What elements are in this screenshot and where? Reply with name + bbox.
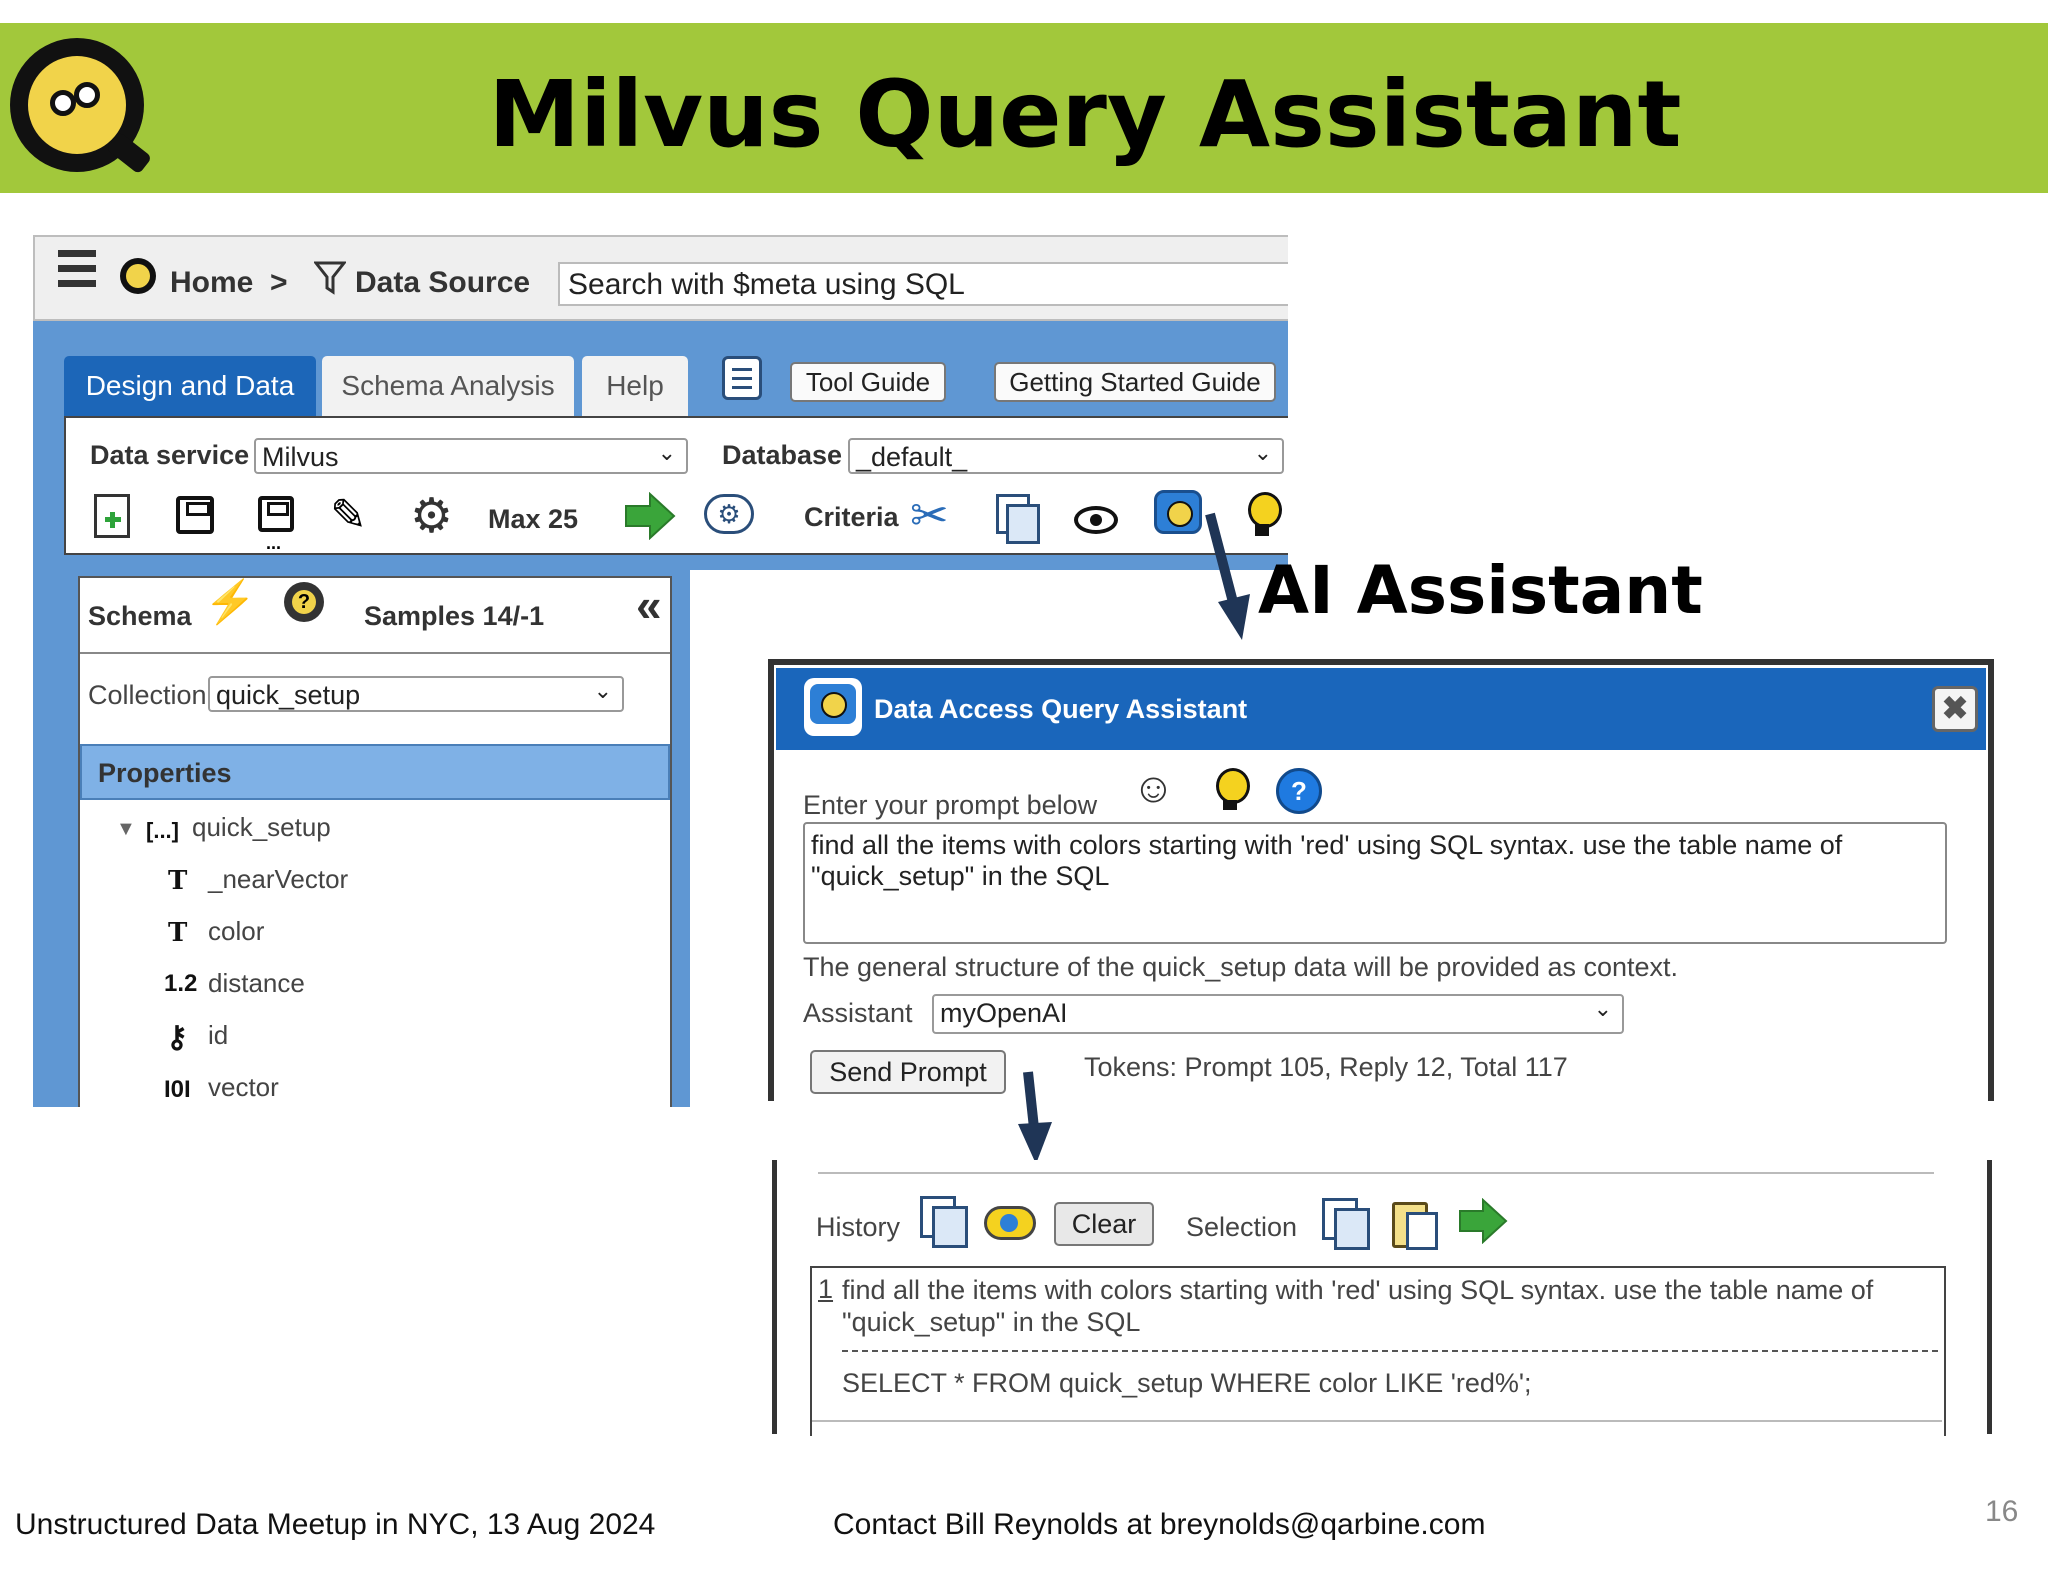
collapse-panel-icon[interactable]: «	[636, 578, 662, 632]
paste-icon[interactable]	[1392, 1198, 1438, 1250]
chevron-down-icon: ⌄	[657, 440, 676, 465]
array-icon: [...]	[146, 818, 179, 843]
panel-divider	[80, 652, 670, 654]
tree-field[interactable]: color	[208, 916, 264, 947]
key-icon: ⚷	[166, 1021, 188, 1054]
help-gear-icon[interactable]: ?	[284, 582, 324, 622]
help-icon[interactable]: ?	[1276, 768, 1322, 814]
save-as-icon[interactable]: ...	[258, 496, 294, 552]
footer-event: Unstructured Data Meetup in NYC, 13 Aug …	[15, 1508, 656, 1541]
number-type-icon: 1.2	[164, 970, 198, 997]
document-list-icon[interactable]	[722, 356, 762, 400]
footer-contact: Contact Bill Reynolds at breynolds@qarbi…	[833, 1508, 1486, 1541]
history-divider	[818, 1172, 1934, 1174]
tree-field[interactable]: _nearVector	[208, 864, 348, 895]
selection-label: Selection	[1186, 1212, 1298, 1242]
binary-type-icon: I0I	[164, 1076, 191, 1103]
clear-history-button[interactable]: Clear	[1054, 1202, 1154, 1246]
chevron-down-icon: ⌄	[1593, 996, 1612, 1021]
token-usage: Tokens: Prompt 105, Reply 12, Total 117	[1084, 1052, 1568, 1082]
assistant-select[interactable]: myOpenAI ⌄	[932, 994, 1624, 1034]
breadcrumb-separator: >	[270, 266, 288, 299]
ai-assistant-icon[interactable]	[1154, 490, 1202, 534]
scissors-icon[interactable]: ✂	[910, 488, 949, 542]
lightbulb-icon[interactable]	[1216, 768, 1250, 812]
close-icon[interactable]: ✖	[1932, 686, 1978, 732]
dialog-title: Data Access Query Assistant	[874, 694, 1248, 724]
dialog-assistant-icon	[804, 678, 862, 736]
selection-copy-icon[interactable]	[1322, 1198, 1370, 1250]
tab-help[interactable]: Help	[582, 356, 688, 418]
home-logo-icon[interactable]	[120, 258, 156, 294]
prompt-textarea[interactable]: find all the items with colors starting …	[803, 822, 1947, 944]
text-type-icon: T	[168, 918, 188, 948]
run-arrow-icon[interactable]	[624, 491, 676, 541]
new-document-icon[interactable]	[94, 494, 130, 538]
properties-header[interactable]: Properties	[80, 744, 670, 800]
apply-arrow-icon[interactable]	[1458, 1197, 1508, 1245]
tool-guide-button[interactable]: Tool Guide	[790, 362, 946, 402]
tree-field[interactable]: distance	[208, 968, 305, 999]
data-toolbar-panel	[64, 416, 1288, 555]
cloud-download-icon[interactable]	[984, 1206, 1036, 1240]
hamburger-menu-icon[interactable]	[58, 248, 96, 292]
database-select[interactable]: _default_ ⌄	[848, 438, 1284, 474]
prompt-label: Enter your prompt below	[803, 790, 1098, 820]
filter-icon	[312, 260, 348, 296]
history-entry-result[interactable]: SELECT * FROM quick_setup WHERE color LI…	[842, 1368, 1532, 1399]
getting-started-guide-button[interactable]: Getting Started Guide	[994, 362, 1276, 402]
slide-title: Milvus Query Assistant	[488, 61, 1682, 168]
chevron-down-icon: ⌄	[1253, 440, 1272, 465]
samples-count: Samples 14/-1	[364, 601, 545, 631]
send-prompt-button[interactable]: Send Prompt	[810, 1050, 1006, 1094]
text-type-icon: T	[168, 866, 188, 896]
database-label: Database	[722, 440, 843, 470]
gear-icon[interactable]: ⚙	[410, 488, 453, 544]
data-service-value: Milvus	[262, 442, 339, 472]
cloud-settings-icon[interactable]: ⚙	[704, 494, 754, 534]
properties-label: Properties	[98, 758, 232, 788]
context-note: The general structure of the quick_setup…	[803, 952, 1679, 982]
annotation-arrow-icon	[1200, 512, 1260, 642]
page-number: 16	[1985, 1495, 2019, 1528]
ai-assistant-annotation: AI Assistant	[1258, 552, 1703, 629]
pencil-icon[interactable]: ✎	[330, 490, 367, 541]
collection-select[interactable]: quick_setup ⌄	[208, 676, 624, 712]
tree-root[interactable]: quick_setup	[192, 812, 331, 843]
lightning-icon[interactable]: ⚡	[204, 578, 256, 627]
collection-value: quick_setup	[216, 680, 361, 710]
collection-label: Collection	[88, 680, 207, 710]
assistant-value: myOpenAI	[940, 998, 1068, 1028]
history-copy-icon[interactable]	[920, 1196, 968, 1248]
tree-field[interactable]: vector	[208, 1072, 279, 1103]
tab-schema-analysis[interactable]: Schema Analysis	[322, 356, 574, 418]
criteria-label[interactable]: Criteria	[804, 502, 899, 533]
history-entry-number[interactable]: 1	[818, 1274, 833, 1305]
database-value: _default_	[856, 442, 968, 472]
assistant-label: Assistant	[803, 998, 913, 1028]
data-service-select[interactable]: Milvus ⌄	[254, 438, 688, 474]
save-icon[interactable]	[176, 496, 214, 534]
send-arrow-icon	[1012, 1070, 1056, 1166]
breadcrumb-home[interactable]: Home	[170, 266, 253, 300]
history-entry-divider	[842, 1350, 1938, 1352]
data-service-label: Data service	[90, 440, 250, 470]
breadcrumb-data-source[interactable]: Data Source	[355, 266, 530, 300]
eye-icon[interactable]	[1074, 506, 1118, 534]
tab-design-and-data[interactable]: Design and Data	[64, 356, 316, 418]
tree-field[interactable]: id	[208, 1020, 228, 1051]
max-rows-label[interactable]: Max 25	[488, 504, 578, 535]
tree-expand-icon[interactable]: ▼	[116, 818, 136, 841]
schema-title: Schema	[88, 601, 192, 631]
chevron-down-icon: ⌄	[593, 678, 612, 703]
history-label: History	[816, 1212, 901, 1242]
history-entry-bottom-rule	[812, 1420, 1942, 1422]
search-input[interactable]: Search with $meta using SQL	[558, 262, 1288, 306]
speech-icon[interactable]: ☺	[1132, 764, 1175, 812]
history-entry-prompt[interactable]: find all the items with colors starting …	[842, 1274, 1932, 1338]
copy-icon[interactable]	[996, 494, 1040, 544]
qarbine-logo	[10, 38, 153, 175]
